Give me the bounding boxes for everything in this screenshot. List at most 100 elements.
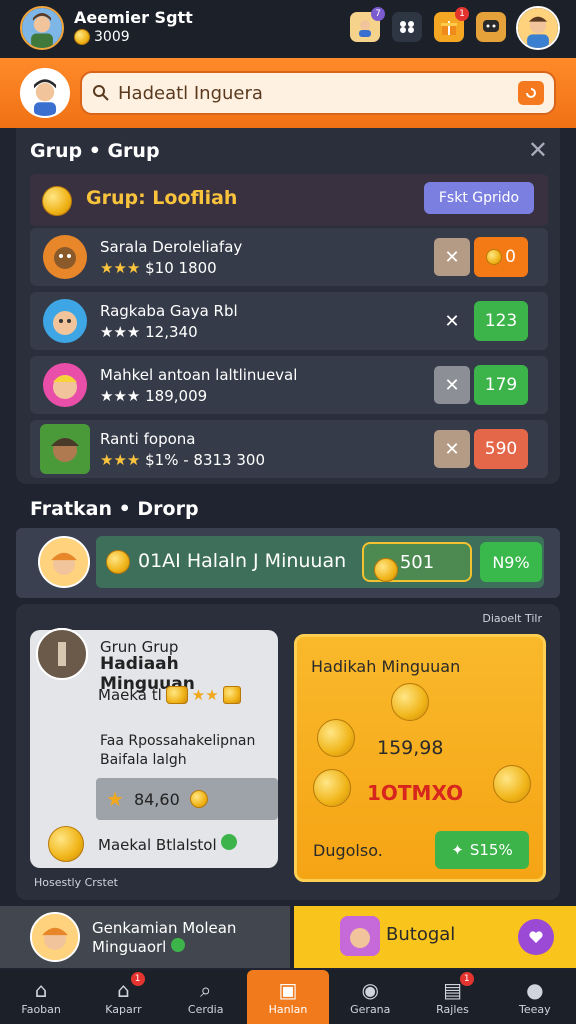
- top-bar: Aeemier Sgtt 3009 7 1: [0, 0, 576, 58]
- strip-right-text: Butogal: [386, 924, 456, 945]
- weekly-strip-left[interactable]: Genkamian Molean Minguaorl: [0, 906, 290, 968]
- profile-icon[interactable]: 7: [350, 7, 385, 42]
- nav-item-kaparr[interactable]: ⌂ Kaparr 1: [82, 970, 164, 1024]
- search-input[interactable]: Hadeatl Inguera: [80, 71, 556, 115]
- reward-card[interactable]: Grun Grup Hadiaah Minguuan Maeka tl ★★ F…: [30, 628, 278, 868]
- player-avatar[interactable]: [20, 6, 64, 50]
- member-stat: ★★★ $1% - 8313 300: [100, 451, 266, 469]
- user-icon: ●: [526, 977, 544, 1002]
- search-avatar[interactable]: [20, 68, 70, 118]
- remove-button[interactable]: ✕: [434, 238, 470, 276]
- group-panel: Grup • Grup ✕ Grup: Loofliah Fskt Gprido…: [16, 128, 560, 484]
- coin-icon: [317, 719, 355, 757]
- reward-section: Diaoelt Tilr Grun Grup Hadiaah Minguuan …: [16, 604, 560, 900]
- friend-avatar[interactable]: [516, 6, 560, 50]
- member-name: Ranti fopona: [100, 430, 196, 448]
- nav-item-search[interactable]: ⌕ Cerdia: [165, 970, 247, 1024]
- nav-item-home[interactable]: ⌂ Faoban: [0, 970, 82, 1024]
- reward-line: Maeka tl ★★: [98, 686, 241, 704]
- chat-icon: ◉: [361, 977, 379, 1002]
- member-avatar: [40, 424, 90, 474]
- group-panel-title: Grup • Grup: [30, 140, 160, 162]
- strip-character-avatar: [340, 916, 380, 956]
- reward-amount: 84,60: [133, 789, 180, 809]
- remove-button[interactable]: ✕: [434, 302, 470, 340]
- member-value-button[interactable]: 123: [474, 301, 528, 341]
- nav-item-chat[interactable]: ◉ Gerana: [329, 970, 411, 1024]
- featured-coin-pill[interactable]: 501: [362, 542, 472, 582]
- member-stat: ★★★ $10 1800: [100, 259, 217, 277]
- gift-badge: 1: [455, 7, 469, 21]
- nav-item-rajles[interactable]: ▤ Rajles 1: [411, 970, 493, 1024]
- star-icon: ★: [106, 787, 124, 811]
- featured-title: Fratkan • Drorp: [30, 498, 199, 520]
- weekly-reward-amount: 159,98: [377, 737, 444, 759]
- group-action-button[interactable]: Fskt Gprido: [424, 182, 534, 214]
- member-row[interactable]: Sarala Deroleliafay ★★★ $10 1800 ✕ 0: [30, 228, 548, 286]
- bottom-nav: ⌂ Faoban ⌂ Kaparr 1 ⌕ Cerdia ▣ Hanlan ◉ …: [0, 970, 576, 1024]
- close-icon[interactable]: ✕: [528, 136, 548, 164]
- coin-icon: [106, 550, 130, 574]
- coin-icon: [42, 186, 72, 216]
- house-icon: ⌂: [117, 977, 130, 1002]
- search-bar: Hadeatl Inguera: [0, 58, 576, 128]
- member-row[interactable]: Mahkel antoan laltlinueval ★★★ 189,009 ✕…: [30, 356, 548, 414]
- featured-percent[interactable]: N9%: [480, 542, 542, 582]
- featured-banner[interactable]: 01AI Halaln J Minuuan 501 N9%: [96, 536, 544, 588]
- player-coins: 3009: [74, 29, 130, 45]
- player-name: Aeemier Sgtt: [74, 8, 193, 27]
- chat-icon[interactable]: [476, 12, 506, 42]
- member-row[interactable]: Ranti fopona ★★★ $1% - 8313 300 ✕ 590: [30, 420, 548, 478]
- reward-footer-tag: Hosestly Crstet: [34, 876, 118, 889]
- reward-amount-bar[interactable]: ★ 84,60: [96, 778, 278, 820]
- coin-icon: [74, 29, 90, 45]
- member-name: Sarala Deroleliafay: [100, 238, 243, 256]
- nav-item-profile[interactable]: ● Teeay: [494, 970, 576, 1024]
- coin-icon: [189, 790, 208, 808]
- member-value-button[interactable]: 590: [474, 429, 528, 469]
- reward-description: Faa Rpossahakelipnan Baifala lalgh: [100, 733, 256, 768]
- member-stat: ★★★ 12,340: [100, 323, 198, 341]
- gem-icon: [222, 686, 241, 704]
- coin-stack-icon: [165, 686, 188, 704]
- member-avatar: [40, 360, 90, 410]
- strip-avatar: [30, 912, 80, 962]
- check-icon: [221, 834, 238, 850]
- member-name: Ragkaba Gaya Rbl: [100, 302, 238, 320]
- weekly-reward-card[interactable]: Hadikah Minguuan 159,98 1OTMXO Dugolso. …: [294, 634, 546, 882]
- nav-badge: 1: [130, 972, 145, 986]
- reward-tag: Diaoelt Tilr: [482, 612, 542, 625]
- nav-item-hanlan[interactable]: ▣ Hanlan: [246, 970, 330, 1024]
- strip-left-subtitle: Minguaorl: [92, 938, 186, 956]
- board-icon: ▣: [278, 977, 298, 1002]
- weekly-reward-bottom: Dugolso.: [313, 841, 383, 860]
- claim-button[interactable]: ✦ S15%: [435, 831, 529, 869]
- reward-bottom-text: Maekal Btlalstol: [98, 834, 238, 854]
- member-value-button[interactable]: 0: [474, 237, 528, 277]
- featured-avatar: [38, 536, 90, 588]
- remove-button[interactable]: ✕: [434, 366, 470, 404]
- strip-left-title: Genkamian Molean: [92, 919, 237, 937]
- coin-icon: [48, 826, 84, 862]
- coin-icon: [486, 249, 503, 265]
- search-action-button[interactable]: [518, 81, 544, 105]
- plus-icon: ✦: [451, 841, 464, 859]
- reward-small-avatar: [36, 628, 88, 680]
- remove-button[interactable]: ✕: [434, 430, 470, 468]
- member-stat: ★★★ 189,009: [100, 387, 208, 405]
- gift-icon[interactable]: 1: [434, 7, 469, 42]
- list-icon: ▤: [443, 977, 462, 1002]
- coin-icon: [493, 765, 531, 803]
- member-value-button[interactable]: 179: [474, 365, 528, 405]
- search-label: Hadeatl Inguera: [118, 82, 263, 104]
- weekly-strip-right[interactable]: Butogal: [294, 906, 576, 968]
- group-name: Grup: Loofliah: [86, 187, 238, 209]
- coin-icon: [391, 683, 429, 721]
- weekly-reward-title: Hadikah Minguuan: [311, 657, 461, 676]
- strip-action-button[interactable]: [518, 919, 554, 955]
- member-row[interactable]: Ragkaba Gaya Rbl ★★★ 12,340 ✕ 123: [30, 292, 548, 350]
- game-controller-icon[interactable]: [392, 12, 422, 42]
- search-icon: ⌕: [200, 977, 212, 1002]
- featured-banner-text: 01AI Halaln J Minuuan: [138, 550, 347, 572]
- group-header: Grup: Loofliah Fskt Gprido: [30, 174, 548, 226]
